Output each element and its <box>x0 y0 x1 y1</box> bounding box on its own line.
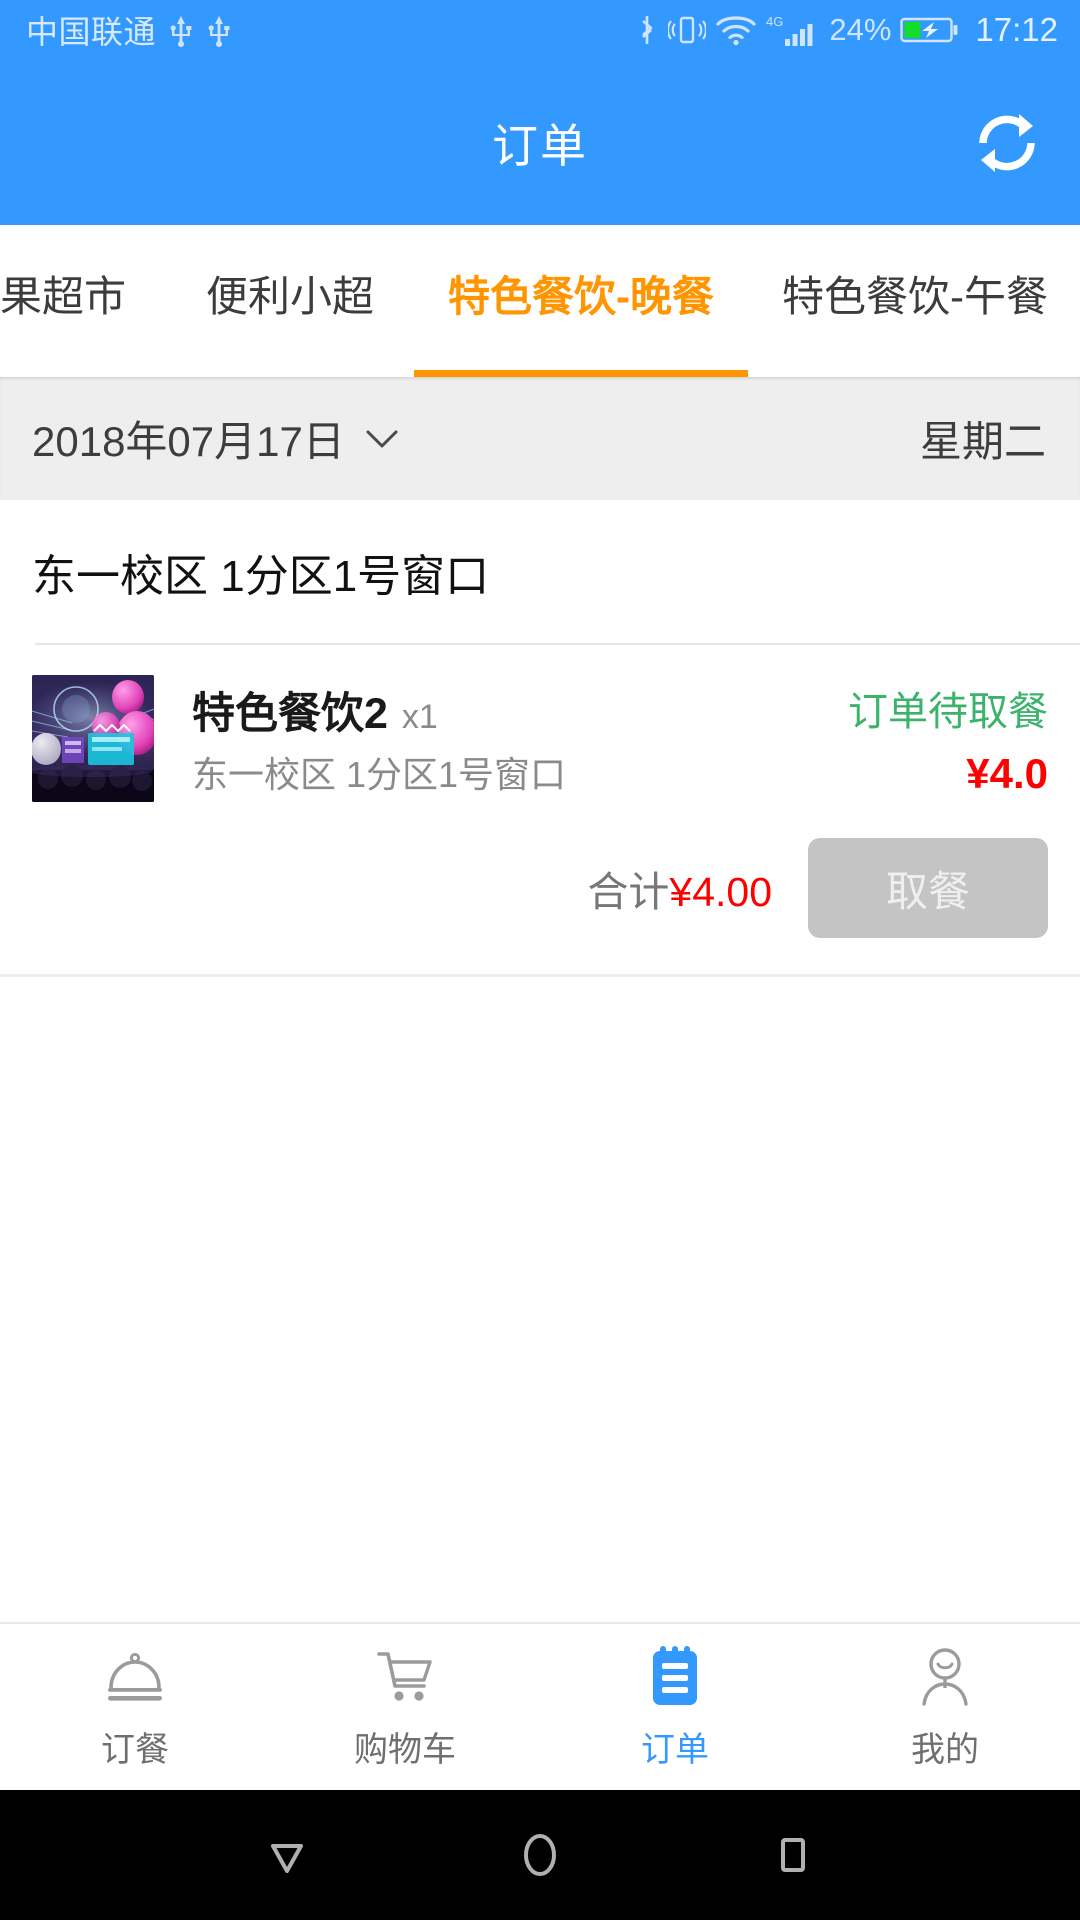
nav-item-order-food[interactable]: 订餐 <box>0 1644 270 1771</box>
recents-square-icon <box>781 1838 806 1872</box>
person-icon <box>912 1644 978 1710</box>
tab-fruit-market[interactable]: 果超市 <box>0 225 166 377</box>
nav-label: 订餐 <box>101 1730 169 1769</box>
total-label: 合计 <box>587 869 670 915</box>
order-list: 东一校区 1分区1号窗口 特色餐饮2 x1 东一校区 1分区1号窗口 订单待取餐… <box>0 500 1080 1622</box>
order-item-row[interactable]: 特色餐饮2 x1 东一校区 1分区1号窗口 订单待取餐 ¥4.0 <box>0 645 1080 820</box>
product-name-label: 特色餐饮2 <box>192 690 388 738</box>
nav-item-shopping-cart[interactable]: 购物车 <box>270 1644 540 1771</box>
nav-item-profile[interactable]: 我的 <box>810 1644 1080 1771</box>
signal-4g-icon: 4G <box>766 14 813 46</box>
chevron-down-icon[interactable] <box>365 428 399 450</box>
clipboard-icon <box>642 1644 708 1710</box>
order-card: 东一校区 1分区1号窗口 特色餐饮2 x1 东一校区 1分区1号窗口 订单待取餐… <box>0 500 1080 977</box>
date-selector-bar[interactable]: 2018年07月17日 星期二 <box>0 377 1080 500</box>
nav-item-orders[interactable]: 订单 <box>540 1644 810 1771</box>
shopping-cart-icon <box>372 1644 438 1710</box>
bluetooth-icon <box>642 16 653 44</box>
tab-label: 便利小超 <box>206 273 375 320</box>
vibrate-icon <box>668 16 707 44</box>
pickup-button[interactable]: 取餐 <box>808 838 1048 938</box>
shop-name-label: 东一校区 1分区1号窗口 <box>32 551 490 601</box>
tab-label: 特色餐饮-晚餐 <box>448 273 715 320</box>
refresh-icon <box>979 113 1035 172</box>
status-badge: 订单待取餐 <box>848 690 1048 734</box>
product-price-label: ¥4.0 <box>966 750 1048 797</box>
android-home-button[interactable] <box>495 1810 585 1900</box>
order-item-details: 特色餐饮2 x1 东一校区 1分区1号窗口 <box>154 675 848 802</box>
carrier-label: 中国联通 <box>26 14 157 50</box>
battery-percent-label: 24% <box>829 12 892 47</box>
android-recents-button[interactable] <box>748 1810 838 1900</box>
android-back-button[interactable] <box>242 1810 332 1900</box>
tab-underline <box>414 370 749 377</box>
product-thumbnail[interactable] <box>32 675 154 802</box>
order-item-title-line: 特色餐饮2 x1 <box>192 679 848 741</box>
order-shop-header: 东一校区 1分区1号窗口 <box>0 500 1080 643</box>
date-selector[interactable]: 2018年07月17日 <box>32 408 399 469</box>
status-bar-left: 中国联通 <box>26 7 232 53</box>
tab-specialty-dinner[interactable]: 特色餐饮-晚餐 <box>414 225 749 377</box>
wifi-icon <box>716 16 756 46</box>
nav-label: 我的 <box>911 1730 979 1769</box>
refresh-button[interactable] <box>964 100 1050 186</box>
android-navigation-bar[interactable] <box>0 1790 1080 1920</box>
svg-text:4G: 4G <box>766 14 783 29</box>
usb-icon <box>208 16 230 47</box>
concert-balloons-image <box>32 675 154 802</box>
selected-date-label: 2018年07月17日 <box>32 418 345 465</box>
product-location-label: 东一校区 1分区1号窗口 <box>192 754 567 795</box>
tab-label: 特色餐饮-午餐 <box>782 273 1049 320</box>
app-bar: 订单 <box>0 60 1080 225</box>
order-item-meta: 订单待取餐 ¥4.0 <box>848 675 1048 802</box>
home-circle-icon <box>523 1834 556 1876</box>
product-quantity-label: x1 <box>401 698 438 736</box>
tab-specialty-lunch[interactable]: 特色餐饮-午餐 <box>748 225 1080 377</box>
tab-label: 果超市 <box>0 273 127 320</box>
total-amount-label: ¥4.00 <box>669 869 772 915</box>
usb-icon <box>170 16 192 47</box>
category-tab-bar[interactable]: 果超市 便利小超 特色餐饮-晚餐 特色餐饮-午餐 <box>0 225 1080 377</box>
clock-label: 17:12 <box>975 11 1058 48</box>
page-title: 订单 <box>492 119 588 172</box>
order-total-row: 合计¥4.00 取餐 <box>0 820 1080 974</box>
order-total: 合计¥4.00 <box>587 858 772 918</box>
pickup-button-label: 取餐 <box>885 867 970 915</box>
nav-label: 购物车 <box>354 1730 456 1769</box>
divider <box>0 974 1080 977</box>
phone-screen: 中国联通 4G 24% 17:12 订单 果超市 便利小超 特色餐饮-晚餐 特色… <box>0 0 1080 1920</box>
weekday-label: 星期二 <box>919 418 1046 465</box>
status-bar-right: 4G 24% 17:12 <box>635 11 1058 49</box>
food-cloche-icon <box>102 1644 168 1710</box>
status-bar: 中国联通 4G 24% 17:12 <box>0 0 1080 60</box>
battery-charging-icon <box>900 17 958 43</box>
nav-label: 订单 <box>641 1730 709 1769</box>
tab-convenience-store[interactable]: 便利小超 <box>166 225 414 377</box>
bottom-nav-bar[interactable]: 订餐 购物车 订单 我的 <box>0 1622 1080 1790</box>
back-triangle-icon <box>270 1844 303 1873</box>
